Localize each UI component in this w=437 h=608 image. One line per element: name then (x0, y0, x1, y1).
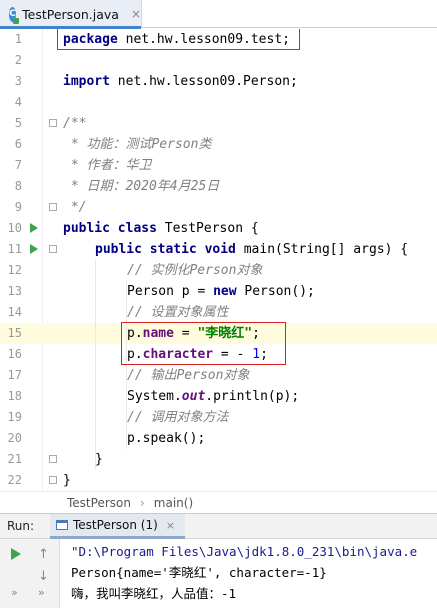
breadcrumb-method[interactable]: main() (154, 496, 193, 510)
code-brace: } (63, 473, 71, 488)
fold-icon[interactable] (49, 119, 57, 127)
console-output-line: 嗨，我叫李晓红，人品值：-1 (71, 586, 237, 601)
line-number: 9 (14, 200, 22, 214)
line-number: 3 (14, 74, 22, 88)
code-comment: * 日期：2020年4月25日 (63, 179, 220, 194)
code-main-decl: public static void main(String[] args) { (95, 242, 409, 257)
line-number: 8 (14, 179, 22, 193)
line-number: 10 (7, 221, 22, 235)
annotation-box-fields (121, 322, 286, 365)
line-number: 4 (14, 95, 22, 109)
annotation-box-package (57, 29, 300, 50)
line-number: 2 (14, 53, 22, 67)
line-number: 21 (7, 452, 22, 466)
line-number: 11 (7, 242, 22, 256)
line-number: 1 (14, 32, 22, 46)
editor-tab-bar: C TestPerson.java × (0, 0, 437, 29)
code-comment: /** (63, 116, 87, 131)
run-tab-label: TestPerson (1) (73, 518, 158, 532)
line-number: 18 (7, 389, 22, 403)
code-line: 4 (0, 92, 437, 113)
console-output-line: Person{name='李晓红', character=-1} (71, 565, 327, 580)
code-statement: Person p = new Person(); (127, 284, 315, 299)
run-class-icon[interactable] (30, 223, 38, 233)
line-number: 14 (7, 305, 22, 319)
code-editor[interactable]: 1 2 3 4 5 6 7 8 9 10 11 12 13 14 15 16 1… (0, 29, 437, 491)
code-comment: * 功能：测试Person类 (63, 137, 212, 152)
fold-icon[interactable] (49, 203, 57, 211)
console-side-toolbar: ↑ ↓ » » (0, 539, 60, 608)
line-number: 12 (7, 263, 22, 277)
indent-guide (95, 260, 96, 470)
fold-icon[interactable] (49, 245, 57, 253)
code-comment: // 输出Person对象 (127, 368, 250, 383)
console-output-line: "D:\Program Files\Java\jdk1.8.0_231\bin\… (71, 544, 418, 559)
console-icon (56, 520, 68, 530)
close-tab-icon[interactable]: × (131, 7, 141, 21)
code-line: 20 (0, 428, 437, 449)
tab-filename: TestPerson.java (22, 6, 119, 22)
line-number: 17 (7, 368, 22, 382)
run-panel-title: Run: (7, 519, 35, 533)
run-main-icon[interactable] (30, 244, 38, 254)
run-console[interactable]: ↑ ↓ » » "D:\Program Files\Java\jdk1.8.0_… (0, 539, 437, 608)
tab-testperson-java[interactable]: C TestPerson.java × (0, 0, 142, 29)
java-class-icon: C (9, 6, 20, 24)
expand-icon[interactable]: » (11, 586, 18, 599)
line-number: 20 (7, 431, 22, 445)
breadcrumb-separator: › (139, 495, 145, 510)
line-number: 7 (14, 158, 22, 172)
code-class-decl: public class TestPerson { (63, 221, 259, 236)
code-statement: p.speak(); (127, 431, 206, 446)
code-brace: } (95, 452, 103, 467)
code-comment: // 调用对象方法 (127, 410, 229, 425)
code-comment: // 实例化Person对象 (127, 263, 263, 278)
line-number: 13 (7, 284, 22, 298)
line-number: 19 (7, 410, 22, 424)
line-number: 6 (14, 137, 22, 151)
line-number: 5 (14, 116, 22, 130)
scroll-down-icon[interactable]: ↓ (38, 569, 49, 584)
more-icon[interactable]: » (38, 586, 45, 599)
breadcrumb-class[interactable]: TestPerson (67, 496, 131, 510)
code-import: import net.hw.lesson09.Person; (63, 74, 298, 89)
fold-icon[interactable] (49, 455, 57, 463)
close-run-tab-icon[interactable]: × (166, 519, 175, 532)
line-number: 22 (7, 473, 22, 487)
run-toolbar: Run: TestPerson (1) × (0, 513, 437, 539)
scroll-up-icon[interactable]: ↑ (38, 547, 49, 562)
code-comment: */ (63, 200, 87, 215)
code-line: 21 (0, 449, 437, 470)
code-comment: // 设置对象属性 (127, 305, 229, 320)
breadcrumb: TestPerson › main() (0, 491, 437, 513)
rerun-icon[interactable] (11, 548, 21, 560)
code-line: 2 (0, 50, 437, 71)
fold-icon[interactable] (49, 476, 57, 484)
run-tab-testperson[interactable]: TestPerson (1) × (50, 514, 185, 539)
code-statement: System.out.println(p); (127, 389, 300, 404)
line-number: 15 (7, 326, 22, 340)
line-number: 16 (7, 347, 22, 361)
code-comment: * 作者：华卫 (63, 158, 152, 173)
